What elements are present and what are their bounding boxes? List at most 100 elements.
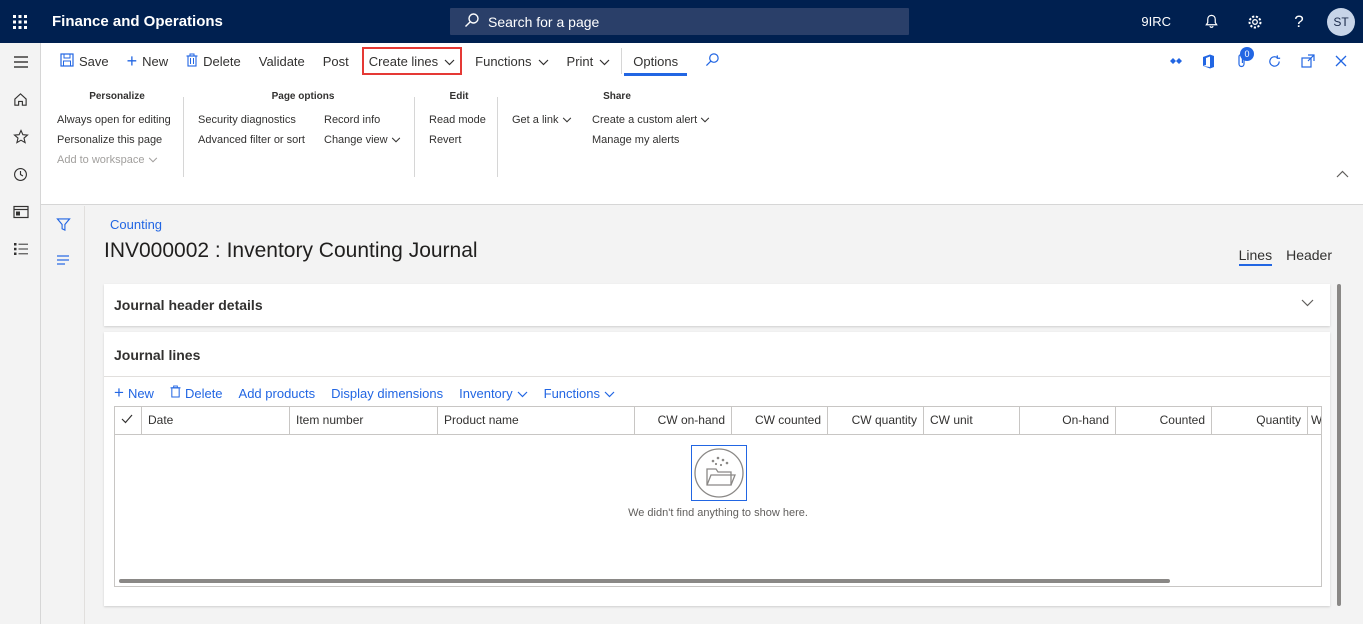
divider <box>104 376 1330 377</box>
column-header-product-name[interactable]: Product name <box>438 407 635 435</box>
lines-functions-menu-button[interactable]: Functions <box>544 386 615 401</box>
column-header-quantity[interactable]: Quantity <box>1212 407 1308 435</box>
column-header-cw-on-hand[interactable]: CW on-hand <box>635 407 732 435</box>
manage-my-alerts-button[interactable]: Manage my alerts <box>592 130 710 150</box>
plus-icon: + <box>114 383 124 402</box>
revert-button[interactable]: Revert <box>429 130 489 150</box>
functions-menu-button[interactable]: Functions <box>466 45 557 77</box>
company-picker[interactable]: 9IRC <box>1141 14 1171 29</box>
security-diagnostics-button[interactable]: Security diagnostics <box>198 110 324 130</box>
group-title: Page options <box>271 91 335 102</box>
column-header-cw-unit[interactable]: CW unit <box>924 407 1020 435</box>
new-label: New <box>142 53 169 69</box>
chevron-down-icon <box>700 114 710 126</box>
select-all-checkbox[interactable] <box>115 407 142 435</box>
action-search-icon[interactable] <box>705 52 720 70</box>
avatar[interactable]: ST <box>1327 7 1355 36</box>
refresh-icon[interactable] <box>1258 46 1291 76</box>
grid-header-row: Date Item number Product name CW on-hand… <box>115 407 1321 435</box>
action-pane: Save + New Delete Validate Post Create l… <box>41 43 1363 205</box>
delete-label: Delete <box>203 53 241 69</box>
lines-new-button[interactable]: + New <box>114 383 154 403</box>
column-header-counted[interactable]: Counted <box>1116 407 1212 435</box>
gear-icon[interactable] <box>1233 0 1277 43</box>
add-to-workspace-label: Add to workspace <box>57 154 145 166</box>
change-view-label: Change view <box>324 134 388 146</box>
trash-icon <box>170 385 181 401</box>
functions-label: Functions <box>475 53 532 69</box>
power-apps-icon[interactable] <box>1159 46 1192 76</box>
collapse-ribbon-icon[interactable] <box>1336 167 1349 181</box>
bell-icon[interactable] <box>1189 0 1233 43</box>
validate-button[interactable]: Validate <box>250 45 314 77</box>
delete-button[interactable]: Delete <box>177 45 250 77</box>
personalize-this-page-button[interactable]: Personalize this page <box>57 130 177 150</box>
divider <box>183 97 184 177</box>
options-ribbon: Personalize Always open for editing Pers… <box>41 83 1363 183</box>
tab-header[interactable]: Header <box>1286 247 1332 266</box>
edit-group: Edit Read mode Revert <box>429 91 489 150</box>
search-input[interactable]: Search for a page <box>450 8 909 35</box>
page-title: INV000002 : Inventory Counting Journal <box>104 239 478 262</box>
column-header-date[interactable]: Date <box>142 407 290 435</box>
empty-state: We didn't find anything to show here. <box>115 435 1321 575</box>
open-new-window-icon[interactable] <box>1291 46 1324 76</box>
office-icon[interactable] <box>1192 46 1225 76</box>
create-lines-menu-button[interactable]: Create lines <box>361 47 463 75</box>
record-info-button[interactable]: Record info <box>324 110 401 130</box>
print-label: Print <box>566 53 594 69</box>
share-group: Share Get a link Create a custom alert M… <box>512 91 722 150</box>
always-open-for-editing-button[interactable]: Always open for editing <box>57 110 177 130</box>
list-view-icon[interactable] <box>41 242 85 278</box>
breadcrumb[interactable]: Counting <box>110 217 162 232</box>
help-icon[interactable]: ? <box>1277 0 1321 43</box>
lines-delete-button[interactable]: Delete <box>170 385 223 401</box>
post-button[interactable]: Post <box>314 45 358 77</box>
lines-delete-label: Delete <box>184 385 223 401</box>
change-view-button[interactable]: Change view <box>324 130 401 150</box>
personalize-group: Personalize Always open for editing Pers… <box>57 91 177 170</box>
column-header-item-number[interactable]: Item number <box>290 407 438 435</box>
chevron-down-icon <box>148 154 158 166</box>
horizontal-scrollbar[interactable] <box>119 579 1170 583</box>
close-icon[interactable] <box>1324 46 1357 76</box>
column-header-cw-quantity[interactable]: CW quantity <box>828 407 924 435</box>
add-to-workspace-button[interactable]: Add to workspace <box>57 150 177 170</box>
new-button[interactable]: + New <box>118 45 178 77</box>
home-icon[interactable] <box>0 81 41 119</box>
advanced-filter-button[interactable]: Advanced filter or sort <box>198 130 324 150</box>
create-custom-alert-button[interactable]: Create a custom alert <box>592 110 710 130</box>
vertical-scrollbar[interactable] <box>1337 284 1341 606</box>
attachments-icon[interactable]: 0 <box>1225 46 1258 76</box>
journal-header-fasttab[interactable]: Journal header details <box>104 284 1330 326</box>
chevron-down-icon <box>444 54 455 69</box>
filter-icon[interactable] <box>41 206 85 242</box>
favorites-star-icon[interactable] <box>0 118 41 156</box>
tab-lines[interactable]: Lines <box>1238 247 1273 266</box>
chevron-down-icon <box>1301 295 1314 310</box>
add-products-button[interactable]: Add products <box>239 386 316 401</box>
hamburger-menu-icon[interactable] <box>0 43 41 81</box>
view-tabs: Lines Header <box>1225 247 1332 266</box>
column-header-on-hand[interactable]: On-hand <box>1020 407 1116 435</box>
inventory-menu-button[interactable]: Inventory <box>459 385 528 401</box>
read-mode-button[interactable]: Read mode <box>429 110 489 130</box>
inventory-label: Inventory <box>459 385 513 401</box>
journal-lines-grid: Date Item number Product name CW on-hand… <box>114 406 1322 587</box>
tab-options[interactable]: Options <box>624 46 688 76</box>
save-button[interactable]: Save <box>51 45 118 77</box>
trash-icon <box>186 53 198 70</box>
get-a-link-button[interactable]: Get a link <box>512 110 592 130</box>
display-dimensions-button[interactable]: Display dimensions <box>331 386 443 401</box>
journal-lines-title: Journal lines <box>114 347 201 363</box>
print-menu-button[interactable]: Print <box>558 45 620 77</box>
left-navigation <box>0 43 41 624</box>
plus-icon: + <box>126 50 138 71</box>
create-custom-alert-label: Create a custom alert <box>592 114 698 126</box>
column-header-w[interactable]: W <box>1308 407 1321 435</box>
workspaces-icon[interactable] <box>0 193 41 231</box>
recent-clock-icon[interactable] <box>0 156 41 194</box>
app-launcher-icon[interactable] <box>0 0 40 43</box>
modules-list-icon[interactable] <box>0 231 41 269</box>
column-header-cw-counted[interactable]: CW counted <box>732 407 828 435</box>
